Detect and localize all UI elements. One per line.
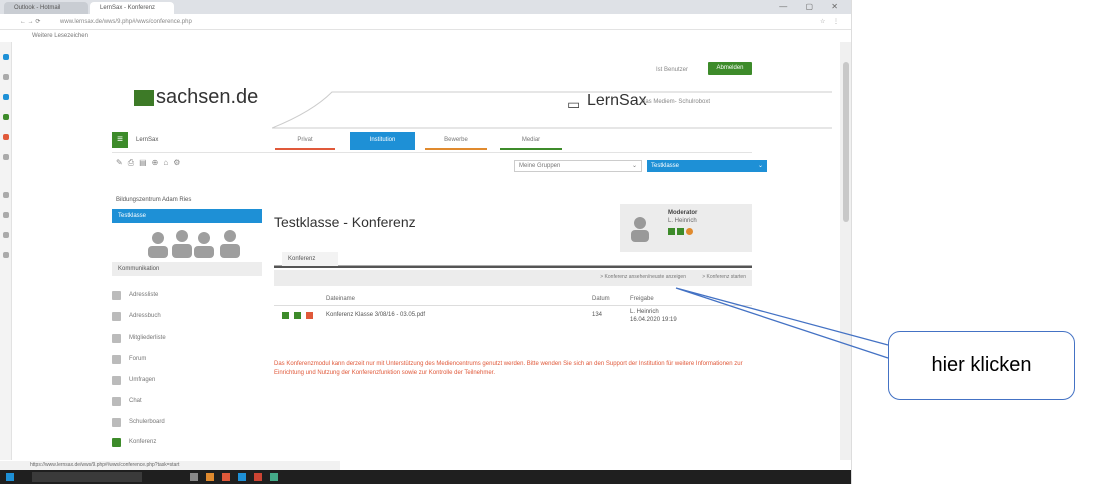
callout-pointer bbox=[675, 287, 889, 359]
callout-text: hier klicken bbox=[931, 354, 1032, 376]
callout-box: hier klicken bbox=[888, 331, 1075, 400]
